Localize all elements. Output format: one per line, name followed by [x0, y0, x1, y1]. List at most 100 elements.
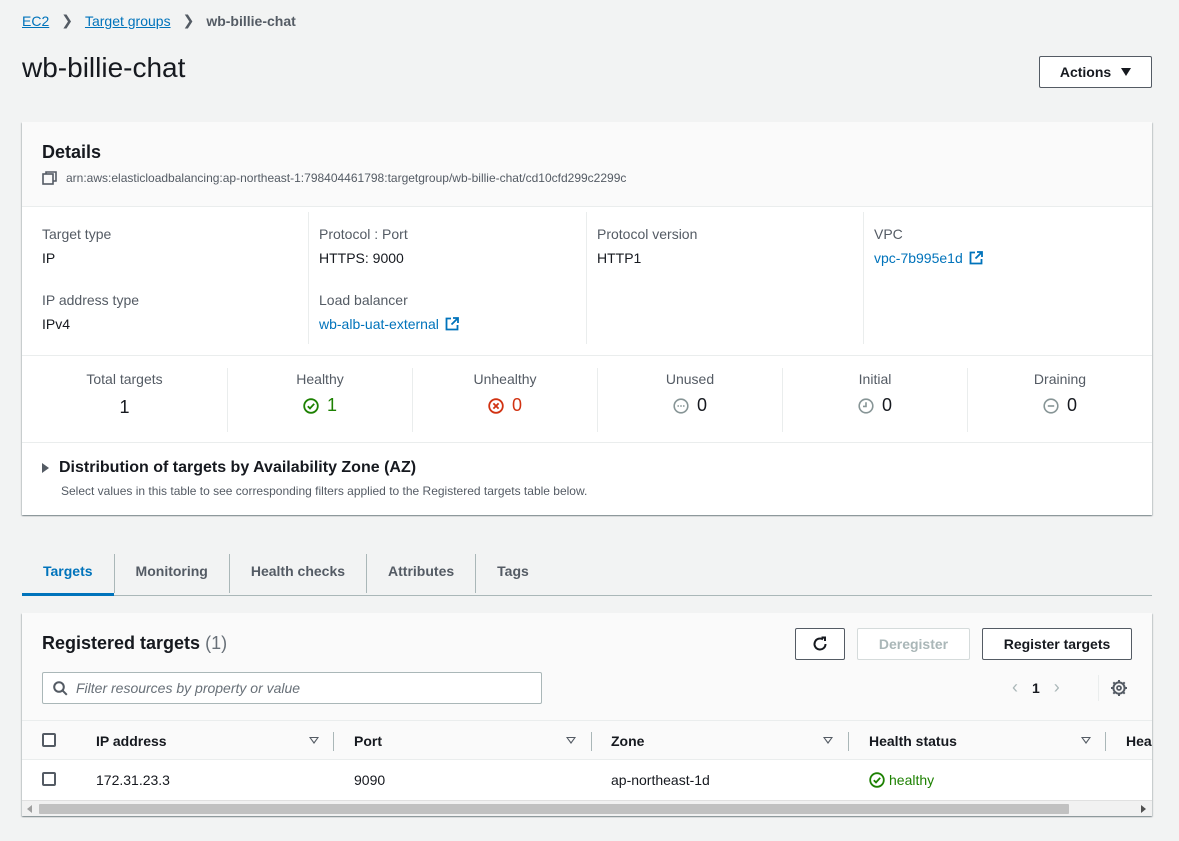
filter-box	[42, 672, 542, 704]
cell-zone: ap-northeast-1d	[611, 772, 710, 788]
table-header: IP address Port Zone Health status Hea	[22, 720, 1152, 760]
column-header-port[interactable]: Port	[354, 721, 580, 761]
column-divider[interactable]	[1105, 732, 1106, 751]
registered-targets-title: Registered targets (1)	[42, 633, 227, 654]
load-balancer-link[interactable]: wb-alb-uat-external	[319, 316, 459, 332]
az-distribution-section: Distribution of targets by Availability …	[42, 459, 587, 498]
details-panel: Details arn:aws:elasticloadbalancing:ap-…	[22, 122, 1152, 515]
copy-icon[interactable]	[42, 171, 58, 185]
caret-right-icon	[42, 463, 49, 473]
details-column-3: Protocol version HTTP1	[587, 212, 864, 344]
column-divider[interactable]	[591, 732, 592, 751]
target-type-value: IP	[42, 250, 56, 266]
ip-address-type-value: IPv4	[42, 316, 71, 332]
stat-draining[interactable]: Draining 0	[968, 368, 1152, 432]
tab-list: Targets Monitoring Health checks Attribu…	[22, 546, 1152, 596]
pagination-divider	[1098, 675, 1099, 701]
register-targets-button[interactable]: Register targets	[982, 628, 1132, 660]
stat-unused-value: 0	[696, 395, 707, 415]
column-header-label: IP address	[96, 733, 167, 749]
tab-targets[interactable]: Targets	[22, 546, 114, 596]
details-fields: Target type IP IP address type IPv4 Prot…	[22, 212, 1152, 356]
column-divider[interactable]	[333, 732, 334, 751]
stat-unhealthy-value: 0	[511, 395, 522, 415]
tab-tags[interactable]: Tags	[476, 546, 550, 595]
chevron-left-icon[interactable]: ‹	[1012, 677, 1018, 698]
cell-port: 9090	[354, 772, 386, 788]
actions-button[interactable]: Actions	[1039, 56, 1152, 88]
details-header: Details arn:aws:elasticloadbalancing:ap-…	[22, 122, 1152, 207]
sort-icon	[309, 737, 319, 744]
details-column-4: VPC vpc-7b995e1d	[864, 212, 1152, 344]
caret-down-icon	[1121, 68, 1132, 76]
search-icon	[53, 680, 68, 696]
registered-targets-header: Registered targets (1) Deregister Regist…	[22, 613, 1152, 720]
registered-targets-count: (1)	[205, 633, 228, 653]
breadcrumb-ec2-link[interactable]: EC2	[22, 13, 49, 29]
tab-monitoring[interactable]: Monitoring	[115, 546, 229, 595]
chevron-right-icon: ❯	[182, 12, 195, 28]
external-link-icon	[969, 251, 983, 265]
stat-unused[interactable]: Unused 0	[598, 368, 783, 432]
refresh-button[interactable]	[795, 628, 845, 660]
az-distribution-title: Distribution of targets by Availability …	[59, 459, 417, 476]
stat-healthy-value-row: 1	[228, 395, 412, 416]
clock-circle-icon	[858, 397, 874, 414]
stat-unused-value-row: 0	[598, 395, 782, 416]
chevron-right-icon: ❯	[61, 12, 73, 28]
stat-unhealthy-label: Unhealthy	[473, 371, 537, 387]
horizontal-scrollbar[interactable]	[22, 800, 1152, 816]
breadcrumb: EC2 ❯ Target groups ❯ wb-billie-chat	[22, 12, 296, 29]
scrollbar-thumb[interactable]	[39, 804, 1069, 814]
table-row[interactable]: 172.31.23.3 9090 ap-northeast-1d healthy	[22, 760, 1152, 800]
external-link-icon	[445, 317, 459, 331]
column-header-label: Zone	[611, 733, 645, 749]
stat-total-targets: Total targets 1	[22, 368, 228, 432]
vpc-link[interactable]: vpc-7b995e1d	[874, 250, 983, 266]
minus-circle-icon	[1043, 397, 1059, 414]
page-number[interactable]: 1	[1032, 680, 1040, 696]
az-distribution-toggle[interactable]: Distribution of targets by Availability …	[42, 459, 587, 477]
chevron-right-icon[interactable]: ›	[1054, 677, 1060, 698]
column-header-health-details[interactable]: Hea	[1126, 721, 1152, 761]
stat-healthy[interactable]: Healthy 1	[228, 368, 413, 432]
stat-healthy-label: Healthy	[296, 371, 344, 387]
select-all-checkbox[interactable]	[42, 733, 56, 747]
refresh-icon	[813, 636, 827, 651]
check-circle-icon	[869, 772, 885, 788]
details-column-2: Protocol : Port HTTPS: 9000 Load balance…	[309, 212, 587, 344]
stat-initial[interactable]: Initial 0	[783, 368, 968, 432]
pagination: ‹ 1 ›	[1012, 677, 1060, 698]
arn-row: arn:aws:elasticloadbalancing:ap-northeas…	[42, 171, 1132, 185]
column-header-label: Port	[354, 733, 382, 749]
protocol-version-label: Protocol version	[597, 226, 698, 242]
stat-draining-value: 0	[1066, 395, 1077, 415]
column-divider[interactable]	[848, 732, 849, 751]
sort-icon	[1081, 737, 1091, 744]
stat-unhealthy[interactable]: Unhealthy 0	[413, 368, 598, 432]
column-header-ip-address[interactable]: IP address	[96, 721, 322, 761]
tab-health-checks[interactable]: Health checks	[230, 546, 366, 595]
row-checkbox[interactable]	[42, 772, 56, 786]
column-header-health-status[interactable]: Health status	[869, 721, 1095, 761]
ip-address-type-label: IP address type	[42, 292, 140, 308]
filter-input[interactable]	[76, 680, 516, 696]
stat-initial-value-row: 0	[783, 395, 967, 416]
stat-draining-value-row: 0	[968, 395, 1152, 416]
column-header-label: Hea	[1126, 733, 1152, 749]
check-circle-icon	[303, 397, 319, 414]
gear-icon[interactable]	[1110, 679, 1128, 697]
column-header-zone[interactable]: Zone	[611, 721, 837, 761]
health-status-text: healthy	[889, 772, 935, 788]
breadcrumb-target-groups-link[interactable]: Target groups	[85, 13, 171, 29]
scroll-right-arrow-icon[interactable]	[1141, 805, 1146, 813]
sort-icon	[566, 737, 576, 744]
tab-attributes[interactable]: Attributes	[367, 546, 475, 595]
target-stats: Total targets 1 Healthy 1 Unhealthy 0 Un…	[22, 355, 1152, 443]
details-title: Details	[42, 142, 102, 162]
scroll-left-arrow-icon[interactable]	[27, 805, 32, 813]
stat-unused-label: Unused	[665, 371, 715, 387]
sort-icon	[823, 737, 833, 744]
deregister-button[interactable]: Deregister	[857, 628, 970, 660]
x-circle-icon	[488, 397, 504, 414]
